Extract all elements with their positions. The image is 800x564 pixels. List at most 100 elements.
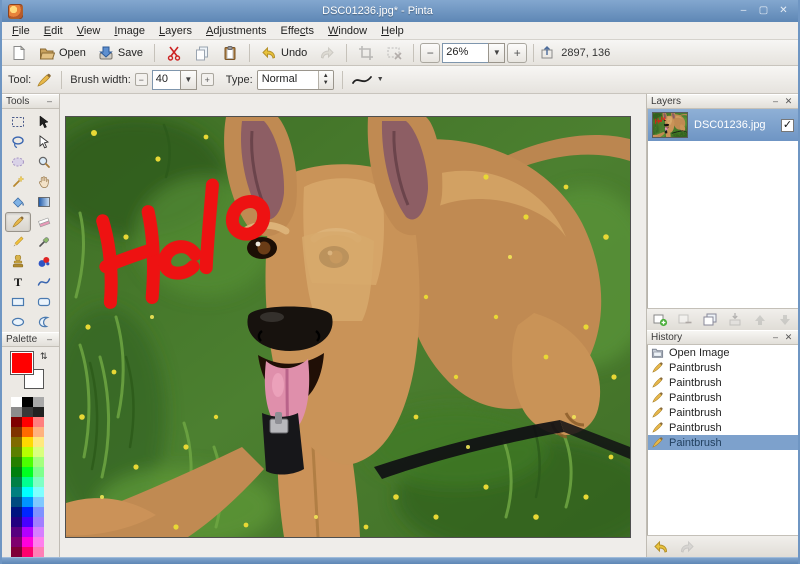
palette-color[interactable]	[22, 477, 33, 487]
menu-help[interactable]: Help	[374, 24, 411, 38]
collapse-icon[interactable]: –	[44, 334, 55, 345]
palette-color[interactable]	[22, 537, 33, 547]
delete-layer-button[interactable]	[676, 311, 695, 328]
tool-zoom[interactable]	[31, 152, 57, 172]
tool-magic-wand[interactable]	[5, 172, 31, 192]
redo-button[interactable]	[314, 42, 340, 64]
copy-button[interactable]	[189, 42, 215, 64]
tool-gradient[interactable]	[31, 192, 57, 212]
canvas-area[interactable]	[60, 94, 646, 557]
close-button[interactable]: ✕	[775, 4, 792, 19]
tool-text[interactable]: T	[5, 272, 31, 292]
palette-color[interactable]	[22, 507, 33, 517]
titlebar[interactable]: DSC01236.jpg* - Pinta – ▢ ✕	[2, 0, 798, 22]
collapse-icon[interactable]: –	[770, 332, 781, 343]
tool-rectangle-select[interactable]	[5, 112, 31, 132]
swap-colors-icon[interactable]: ⇅	[40, 351, 48, 362]
tool-clone-stamp[interactable]	[5, 252, 31, 272]
brush-width-decrease-button[interactable]: −	[135, 73, 148, 86]
palette-color[interactable]	[33, 447, 44, 457]
new-button[interactable]	[6, 42, 32, 64]
move-layer-up-button[interactable]	[750, 311, 769, 328]
maximize-button[interactable]: ▢	[755, 4, 772, 19]
tool-eraser[interactable]	[31, 212, 57, 232]
current-tool-paintbrush-icon[interactable]	[35, 72, 53, 88]
history-item[interactable]: Paintbrush	[648, 360, 798, 375]
palette-color[interactable]	[33, 427, 44, 437]
menu-view[interactable]: View	[70, 24, 108, 38]
tool-pan[interactable]	[31, 172, 57, 192]
crop-button[interactable]	[353, 42, 379, 64]
primary-color-swatch[interactable]	[10, 351, 34, 375]
history-item[interactable]: Paintbrush	[648, 390, 798, 405]
history-item[interactable]: Open Image	[648, 345, 798, 360]
palette-color[interactable]	[11, 537, 22, 547]
palette-color[interactable]	[11, 467, 22, 477]
close-icon[interactable]: ✕	[783, 332, 794, 343]
deselect-button[interactable]	[381, 42, 407, 64]
paste-button[interactable]	[217, 42, 243, 64]
tool-move-selection[interactable]	[31, 132, 57, 152]
palette-color[interactable]	[33, 497, 44, 507]
merge-layer-button[interactable]	[725, 311, 744, 328]
zoom-in-button[interactable]: +	[507, 43, 527, 63]
palette-color[interactable]	[33, 487, 44, 497]
palette-color[interactable]	[11, 417, 22, 427]
palette-color[interactable]	[33, 407, 44, 417]
layer-row[interactable]: DSC01236.jpg✓	[648, 109, 798, 141]
palette-color[interactable]	[11, 527, 22, 537]
palette-color[interactable]	[11, 497, 22, 507]
palette-color[interactable]	[11, 407, 22, 417]
minimize-button[interactable]: –	[735, 4, 752, 19]
palette-color[interactable]	[22, 457, 33, 467]
palette-color[interactable]	[22, 437, 33, 447]
palette-color[interactable]	[22, 467, 33, 477]
brush-width-input[interactable]: 40	[152, 70, 180, 90]
tool-ellipse-select[interactable]	[5, 152, 31, 172]
palette-color[interactable]	[11, 397, 22, 407]
tool-line-curve[interactable]	[31, 272, 57, 292]
palette-color[interactable]	[33, 457, 44, 467]
palette-color[interactable]	[22, 407, 33, 417]
tool-pencil[interactable]	[5, 232, 31, 252]
menu-file[interactable]: File	[5, 24, 37, 38]
palette-color[interactable]	[11, 427, 22, 437]
palette-color[interactable]	[11, 507, 22, 517]
brush-width-increase-button[interactable]: +	[201, 73, 214, 86]
history-item[interactable]: Paintbrush	[648, 435, 798, 450]
menu-window[interactable]: Window	[321, 24, 374, 38]
palette-color[interactable]	[33, 397, 44, 407]
tool-ellipse[interactable]	[5, 312, 31, 332]
palette-color[interactable]	[11, 487, 22, 497]
tool-paint-bucket[interactable]	[5, 192, 31, 212]
tool-recolor[interactable]	[31, 252, 57, 272]
menu-effects[interactable]: Effects	[274, 24, 321, 38]
canvas-image[interactable]	[65, 116, 631, 538]
palette-color[interactable]	[33, 547, 44, 557]
palette-color[interactable]	[22, 427, 33, 437]
palette-color[interactable]	[22, 497, 33, 507]
layer-visibility-checkbox[interactable]: ✓	[781, 119, 794, 132]
palette-color[interactable]	[22, 487, 33, 497]
palette-color[interactable]	[33, 467, 44, 477]
tool-lasso-select[interactable]	[5, 132, 31, 152]
palette-color[interactable]	[11, 447, 22, 457]
chevron-down-icon[interactable]: ▼	[180, 70, 197, 90]
palette-color[interactable]	[33, 477, 44, 487]
history-item[interactable]: Paintbrush	[648, 420, 798, 435]
tool-rectangle[interactable]	[5, 292, 31, 312]
menu-layers[interactable]: Layers	[152, 24, 199, 38]
open-button[interactable]: Open	[34, 42, 91, 64]
history-item[interactable]: Paintbrush	[648, 405, 798, 420]
palette-color[interactable]	[33, 537, 44, 547]
collapse-icon[interactable]: –	[44, 96, 55, 107]
palette-color[interactable]	[33, 417, 44, 427]
history-redo-button[interactable]	[677, 538, 697, 555]
palette-color[interactable]	[33, 527, 44, 537]
close-icon[interactable]: ✕	[783, 96, 794, 107]
blend-type-select[interactable]: Normal ▲▼	[257, 70, 334, 90]
menu-adjustments[interactable]: Adjustments	[199, 24, 274, 38]
palette-color[interactable]	[11, 517, 22, 527]
palette-color[interactable]	[22, 527, 33, 537]
palette-color[interactable]	[33, 507, 44, 517]
